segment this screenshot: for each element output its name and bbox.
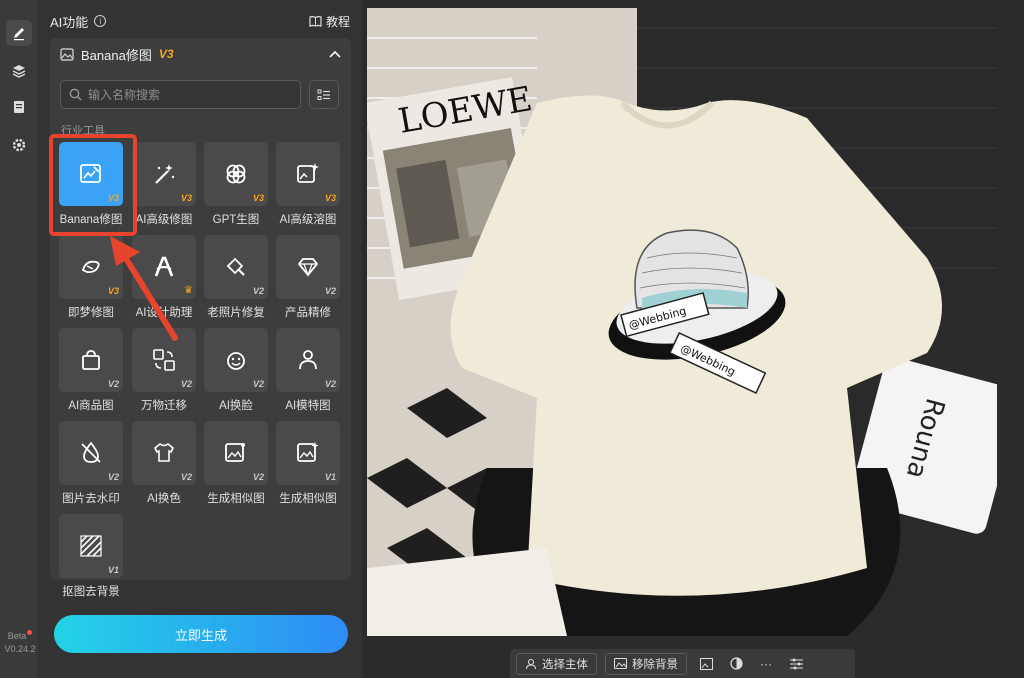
person-select-icon [525, 658, 537, 669]
tool-watermark-remove[interactable]: V2 图片去水印 [59, 421, 123, 511]
image-sparkle-icon [297, 163, 319, 183]
version-label: Beta V0.24.2 [4, 630, 36, 654]
gem-icon [297, 258, 319, 277]
layers-icon[interactable] [6, 58, 32, 84]
panel-header: AI功能 i 教程 [50, 10, 350, 32]
gpt-knot-icon [226, 164, 246, 184]
notification-dot [27, 630, 33, 635]
remove-background-button[interactable]: 移除背景 [605, 652, 687, 675]
cutout-bg-icon [80, 535, 102, 557]
tutorial-link[interactable]: 教程 [309, 13, 350, 30]
list-view-button[interactable] [309, 80, 339, 109]
tool-gpt-image[interactable]: V3 GPT生图 [204, 142, 268, 232]
sliders-icon[interactable] [785, 653, 807, 675]
tool-ai-face-swap[interactable]: V2 AI换脸 [204, 328, 268, 418]
face-swap-icon [227, 352, 245, 370]
gear-icon[interactable] [6, 132, 32, 158]
tool-product-retouch[interactable]: V2 产品精修 [276, 235, 340, 325]
panel-title: AI功能 [50, 14, 89, 30]
recolor-shirt-icon [153, 442, 175, 462]
photo-repair-icon [226, 257, 245, 276]
image-icon [614, 658, 627, 669]
more-icon[interactable]: ··· [755, 653, 777, 675]
search-input[interactable] [88, 87, 288, 102]
tool-ai-model-image[interactable]: V2 AI模特图 [276, 328, 340, 418]
model-person-icon [299, 350, 317, 370]
tool-cutout-background[interactable]: V1 抠图去背景 [59, 514, 123, 604]
watermark-remove-icon [81, 441, 101, 463]
product-photo: LOEWE Rouna @Webbing @Webbing [367, 8, 997, 636]
similar-image-v1-icon [297, 442, 319, 462]
feature-card-header[interactable]: Banana修图 V3 [50, 38, 351, 70]
info-icon[interactable]: i [94, 15, 107, 27]
feature-title: Banana修图 [81, 47, 152, 63]
image-canvas[interactable]: LOEWE Rouna @Webbing @Webbing [367, 8, 997, 636]
search-box[interactable] [60, 80, 301, 109]
search-icon [69, 88, 82, 101]
crop-image-icon[interactable] [695, 653, 717, 675]
feature-card: Banana修图 V3 行业工具 V3 Banana修图 V3 AI高级修图 [50, 38, 351, 598]
clipboard-icon[interactable] [6, 94, 32, 120]
pointer-arrow-icon [110, 236, 178, 341]
tool-generate-similar-v1[interactable]: V1 生成相似图 [276, 421, 340, 511]
tool-generate-similar-v2[interactable]: V2 生成相似图 [204, 421, 268, 511]
canvas-toolbar: 选择主体 移除背景 ··· [510, 649, 855, 678]
left-rail: Beta V0.24.2 [0, 0, 38, 678]
selection-highlight [49, 134, 137, 236]
similar-image-icon [225, 443, 245, 462]
feature-version: V3 [158, 47, 174, 61]
generate-button[interactable]: 立即生成 [54, 615, 348, 653]
tool-ai-advanced-blend[interactable]: V3 AI高级溶图 [276, 142, 340, 232]
tool-old-photo-repair[interactable]: V2 老照片修复 [204, 235, 268, 325]
transfer-icon [153, 349, 175, 371]
tool-ai-advanced-edit[interactable]: V3 AI高级修图 [132, 142, 196, 232]
ai-feature-panel: AI功能 i 教程 Banana修图 V3 行业工具 V [38, 0, 362, 678]
shopping-bag-icon [82, 350, 100, 370]
chevron-up-icon[interactable] [329, 50, 341, 58]
list-view-icon [317, 89, 330, 100]
select-subject-button[interactable]: 选择主体 [516, 652, 597, 675]
image-icon [60, 47, 74, 61]
tool-ai-recolor[interactable]: V2 AI换色 [132, 421, 196, 511]
pen-icon[interactable] [6, 20, 32, 46]
magic-wand-icon [155, 164, 175, 184]
book-icon [309, 16, 322, 27]
contrast-icon[interactable] [725, 653, 747, 675]
